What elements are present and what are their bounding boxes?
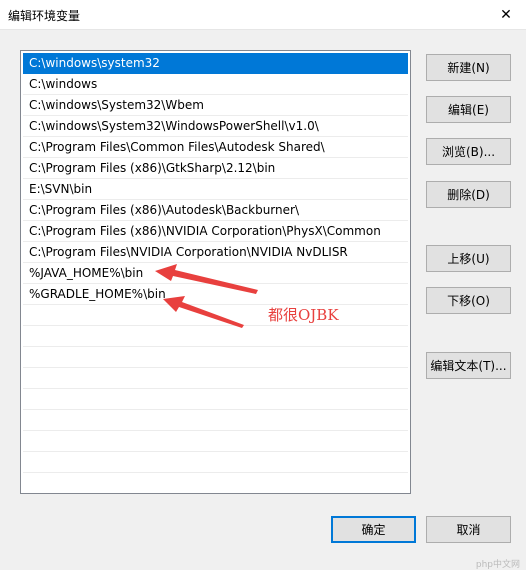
cancel-button[interactable]: 取消 (426, 516, 511, 543)
list-item[interactable]: C:\Program Files (x86)\Autodesk\Backburn… (23, 200, 408, 221)
move-up-button[interactable]: 上移(U) (426, 245, 511, 272)
empty-row (23, 389, 408, 410)
edit-button[interactable]: 编辑(E) (426, 96, 511, 123)
empty-row (23, 305, 408, 326)
list-item[interactable]: C:\windows\system32 (23, 53, 408, 74)
move-down-button[interactable]: 下移(O) (426, 287, 511, 314)
list-item[interactable]: C:\windows (23, 74, 408, 95)
watermark: php中文网 (475, 560, 520, 570)
empty-row (23, 431, 408, 452)
path-listbox[interactable]: C:\windows\system32 C:\windows C:\window… (20, 50, 411, 494)
list-item[interactable]: E:\SVN\bin (23, 179, 408, 200)
list-item[interactable]: C:\Program Files\NVIDIA Corporation\NVID… (23, 242, 408, 263)
delete-button[interactable]: 删除(D) (426, 181, 511, 208)
list-item[interactable]: %GRADLE_HOME%\bin (23, 284, 408, 305)
annotation-text: 都很OJBK (268, 306, 339, 324)
close-button[interactable]: ✕ (494, 4, 518, 26)
ok-button[interactable]: 确定 (331, 516, 416, 543)
list-item[interactable]: %JAVA_HOME%\bin (23, 263, 408, 284)
list-item[interactable]: C:\Program Files (x86)\NVIDIA Corporatio… (23, 221, 408, 242)
empty-row (23, 368, 408, 389)
path-list: C:\windows\system32 C:\windows C:\window… (23, 53, 408, 473)
empty-row (23, 452, 408, 473)
list-item[interactable]: C:\Program Files\Common Files\Autodesk S… (23, 137, 408, 158)
window-title: 编辑环境变量 (8, 9, 81, 23)
edit-text-button[interactable]: 编辑文本(T)... (426, 352, 511, 379)
list-item[interactable]: C:\windows\System32\WindowsPowerShell\v1… (23, 116, 408, 137)
close-icon: ✕ (500, 7, 512, 23)
empty-row (23, 326, 408, 347)
list-item[interactable]: C:\Program Files (x86)\GtkSharp\2.12\bin (23, 158, 408, 179)
list-item[interactable]: C:\windows\System32\Wbem (23, 95, 408, 116)
browse-button[interactable]: 浏览(B)... (426, 138, 511, 165)
new-button[interactable]: 新建(N) (426, 54, 511, 81)
title-bar: 编辑环境变量 ✕ (0, 0, 526, 30)
empty-row (23, 347, 408, 368)
empty-row (23, 410, 408, 431)
